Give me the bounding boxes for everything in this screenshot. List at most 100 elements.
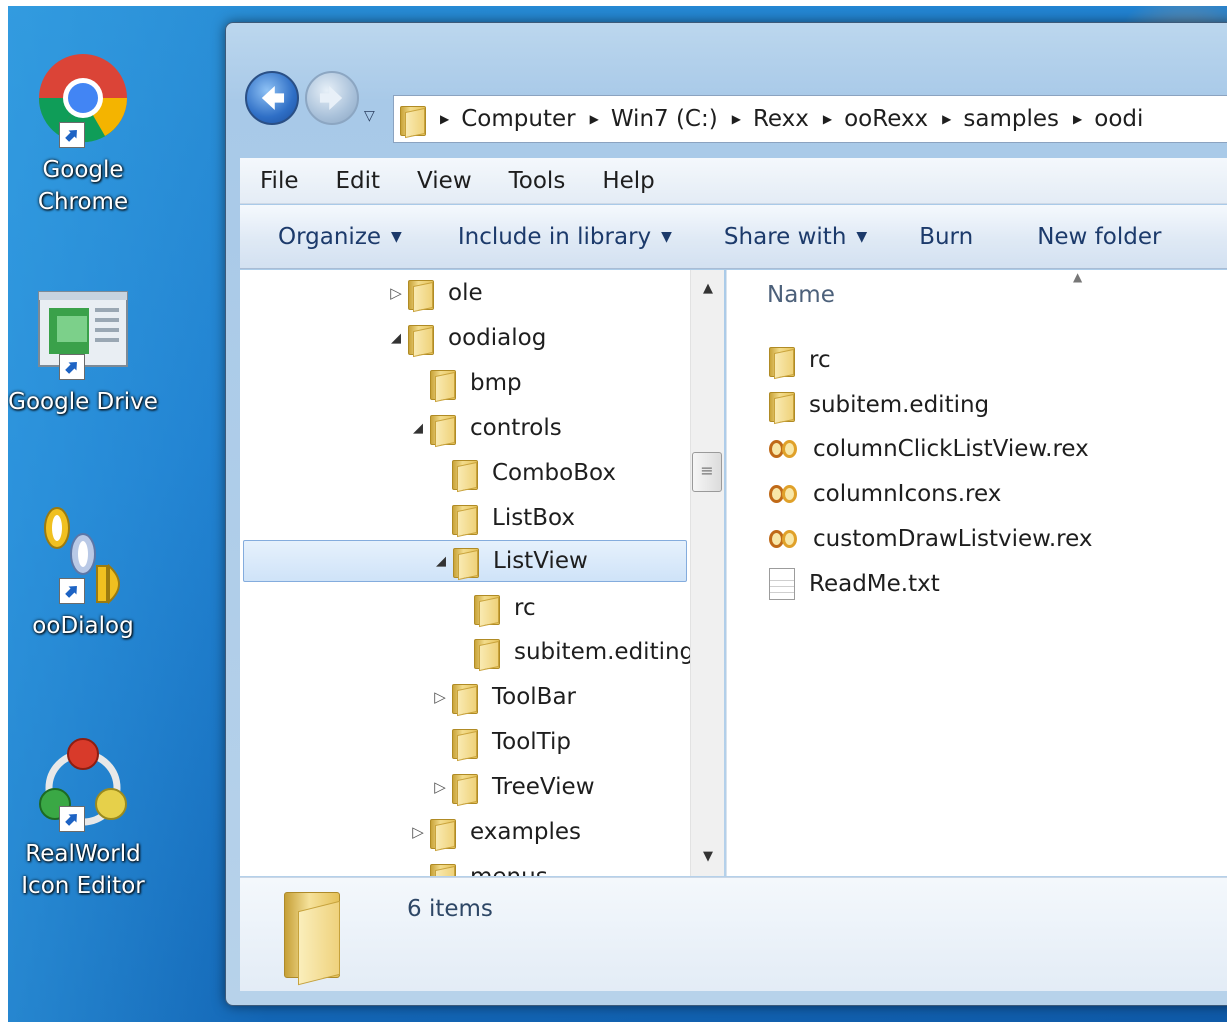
file-name: columnIcons.rex — [813, 481, 1002, 507]
breadcrumb-oorexx[interactable]: ooRexx — [844, 106, 928, 132]
desktop-icon-label: RealWorld — [25, 841, 141, 867]
breadcrumb-separator-icon[interactable]: ▶ — [732, 112, 741, 126]
collapse-arrow-icon[interactable]: ◢ — [410, 421, 426, 436]
breadcrumb-samples[interactable]: samples — [963, 106, 1059, 132]
desktop-icon-google-chrome[interactable]: Google Chrome — [8, 50, 158, 218]
folder-icon — [452, 772, 478, 804]
file-item-columnclicklistview[interactable]: columnClickListView.rex — [769, 428, 1089, 470]
folder-icon — [430, 862, 456, 876]
tree-item-label: ComboBox — [492, 460, 616, 486]
file-item-readme[interactable]: ReadMe.txt — [769, 563, 940, 605]
tree-item-oodialog[interactable]: ◢ oodialog — [388, 317, 546, 359]
file-name: customDrawListview.rex — [813, 526, 1093, 552]
tree-item-rc[interactable]: rc — [454, 587, 536, 629]
navigation-pane[interactable]: ▷ ole ◢ oodialog bmp ◢ controls ComboBox… — [240, 270, 690, 876]
oodialog-icon — [33, 506, 133, 606]
file-item-subitem-editing[interactable]: subitem.editing — [769, 384, 989, 426]
folder-icon — [408, 278, 434, 310]
burn-label: Burn — [919, 223, 974, 250]
file-list-pane[interactable]: ▲ Name rc subitem.editing columnClickLis… — [726, 270, 1227, 876]
google-drive-icon — [33, 282, 133, 382]
file-name: ReadMe.txt — [809, 571, 940, 597]
folder-icon — [452, 727, 478, 759]
desktop-icon-label: ooDialog — [32, 613, 134, 639]
tree-item-menus[interactable]: menus — [410, 856, 548, 876]
tree-item-label: examples — [470, 819, 581, 845]
tree-item-label: oodialog — [448, 325, 547, 351]
desktop-icon-label: Icon Editor — [21, 873, 145, 899]
folder-icon — [430, 368, 456, 400]
rex-file-icon — [769, 528, 799, 550]
breadcrumb-oodialog[interactable]: oodi — [1094, 106, 1143, 132]
new-folder-button[interactable]: New folder — [1037, 224, 1161, 250]
breadcrumb-separator-icon[interactable]: ▶ — [590, 112, 599, 126]
breadcrumb-separator-icon[interactable]: ▶ — [942, 112, 951, 126]
recent-pages-dropdown[interactable]: ▽ — [364, 108, 382, 128]
desktop-icon-realworld-icon-editor[interactable]: RealWorld Icon Editor — [8, 734, 158, 902]
address-bar[interactable]: ▶ Computer ▶ Win7 (C:) ▶ Rexx ▶ ooRexx ▶… — [393, 95, 1227, 143]
file-item-columnicons[interactable]: columnIcons.rex — [769, 473, 1001, 515]
collapse-arrow-icon[interactable]: ◢ — [388, 331, 404, 346]
folder-icon — [453, 546, 479, 578]
tree-item-label: ole — [448, 280, 483, 306]
breadcrumb-win7[interactable]: Win7 (C:) — [611, 106, 718, 132]
navigation-scrollbar[interactable]: ▲ ≡ ▼ — [690, 270, 724, 876]
tree-item-subitem-editing[interactable]: subitem.editing — [454, 631, 690, 673]
file-item-customdrawlistview[interactable]: customDrawListview.rex — [769, 518, 1092, 560]
chevron-down-icon: ▼ — [391, 228, 402, 245]
expand-arrow-icon[interactable]: ▷ — [410, 823, 426, 841]
column-header-name[interactable]: Name — [767, 282, 835, 308]
desktop-icon-label: Google Drive — [8, 389, 158, 415]
tree-item-controls[interactable]: ◢ controls — [410, 407, 562, 449]
menu-edit[interactable]: Edit — [316, 168, 398, 194]
organize-label: Organize — [278, 223, 382, 250]
folder-icon — [452, 458, 478, 490]
expand-arrow-icon[interactable]: ▷ — [432, 688, 448, 706]
scroll-down-icon[interactable]: ▼ — [691, 842, 725, 872]
breadcrumb-separator-icon[interactable]: ▶ — [823, 112, 832, 126]
tree-item-treeview[interactable]: ▷ TreeView — [432, 766, 595, 808]
tree-item-label: rc — [514, 595, 536, 621]
desktop-icon-oodialog[interactable]: ooDialog — [8, 506, 158, 642]
collapse-arrow-icon[interactable]: ◢ — [433, 554, 449, 569]
tree-item-label: bmp — [470, 370, 522, 396]
expand-arrow-icon[interactable]: ▷ — [388, 284, 404, 302]
breadcrumb-computer[interactable]: Computer — [461, 106, 575, 132]
breadcrumb-separator-icon[interactable]: ▶ — [1073, 112, 1082, 126]
burn-button[interactable]: Burn — [919, 224, 973, 250]
tree-item-tooltip[interactable]: ToolTip — [432, 721, 571, 763]
folder-icon — [430, 413, 456, 445]
new-folder-label: New folder — [1037, 223, 1162, 250]
organize-button[interactable]: Organize ▼ — [278, 224, 402, 250]
back-button[interactable] — [245, 71, 299, 125]
breadcrumb-separator-icon[interactable]: ▶ — [440, 112, 449, 126]
file-name: rc — [809, 347, 831, 373]
share-with-button[interactable]: Share with ▼ — [724, 224, 867, 250]
folder-icon — [400, 104, 426, 136]
scroll-up-icon[interactable]: ▲ — [691, 274, 725, 304]
include-in-library-button[interactable]: Include in library ▼ — [458, 224, 672, 250]
breadcrumb-rexx[interactable]: Rexx — [753, 106, 809, 132]
tree-item-label: ListBox — [492, 505, 575, 531]
expand-arrow-icon[interactable]: ▷ — [432, 778, 448, 796]
tree-item-listview[interactable]: ◢ ListView — [243, 540, 687, 582]
scrollbar-thumb[interactable]: ≡ — [692, 452, 722, 492]
menu-view[interactable]: View — [397, 168, 489, 194]
desktop-icon-google-drive[interactable]: Google Drive — [8, 282, 158, 418]
tree-item-examples[interactable]: ▷ examples — [410, 811, 581, 853]
tree-item-bmp[interactable]: bmp — [410, 362, 522, 404]
tree-item-toolbar[interactable]: ▷ ToolBar — [432, 676, 576, 718]
menu-help[interactable]: Help — [582, 168, 671, 194]
tree-item-ole[interactable]: ▷ ole — [388, 272, 483, 314]
menu-tools[interactable]: Tools — [489, 168, 583, 194]
folder-icon — [474, 593, 500, 625]
tree-item-label: ListView — [493, 548, 588, 574]
chrome-icon — [33, 50, 133, 150]
menu-file[interactable]: File — [240, 168, 316, 194]
folder-icon — [769, 345, 795, 377]
forward-button[interactable] — [305, 71, 359, 125]
file-item-rc[interactable]: rc — [769, 339, 831, 381]
tree-item-combobox[interactable]: ComboBox — [432, 452, 616, 494]
tree-item-listbox[interactable]: ListBox — [432, 497, 575, 539]
realworld-icon-editor-icon — [33, 734, 133, 834]
